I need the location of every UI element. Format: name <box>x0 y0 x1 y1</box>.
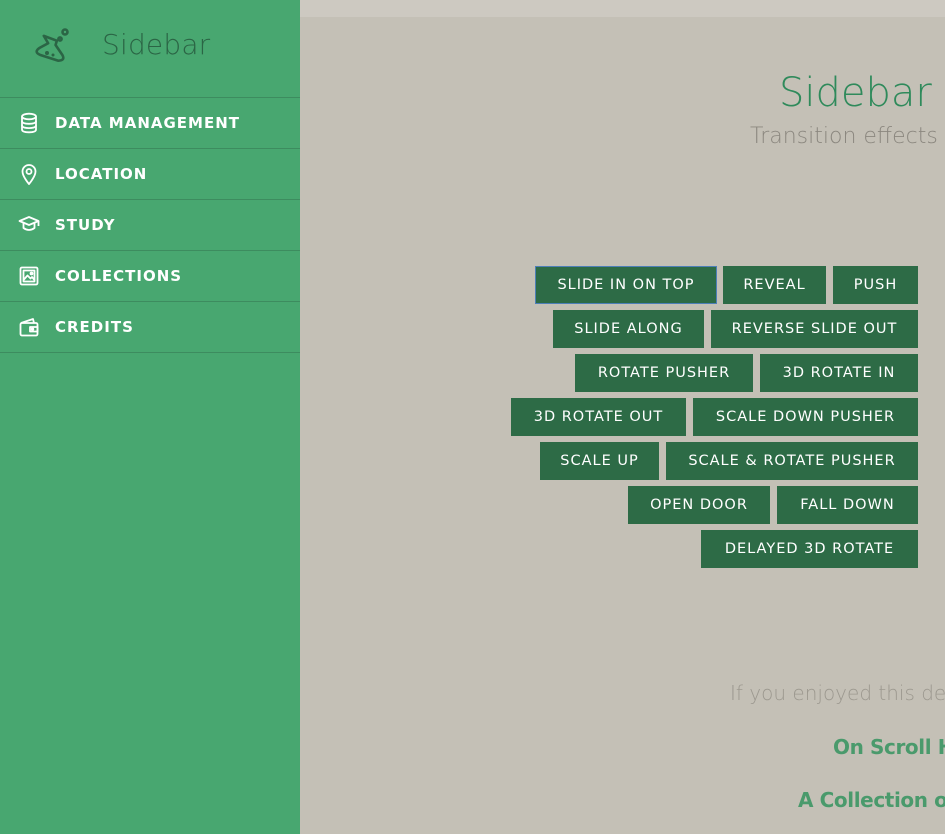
sidebar-item-credits[interactable]: CREDITS <box>0 302 300 353</box>
top-bar <box>300 0 945 17</box>
footer-text: If you enjoyed this de <box>730 681 945 705</box>
fall-down-button[interactable]: FALL DOWN <box>777 486 918 524</box>
database-icon <box>21 112 37 134</box>
3d-rotate-out-button[interactable]: 3D ROTATE OUT <box>511 398 686 436</box>
image-gallery-icon <box>19 266 39 286</box>
delayed-3d-rotate-button[interactable]: DELAYED 3D ROTATE <box>701 530 918 568</box>
sidebar-item-collections[interactable]: COLLECTIONS <box>0 251 300 302</box>
sidebar-title: Sidebar <box>102 28 211 61</box>
sidebar-item-study[interactable]: STUDY <box>0 200 300 251</box>
scale-rotate-pusher-button[interactable]: SCALE & ROTATE PUSHER <box>666 442 918 480</box>
scale-down-pusher-button[interactable]: SCALE DOWN PUSHER <box>693 398 918 436</box>
on-scroll-link[interactable]: On Scroll He <box>833 735 945 759</box>
sidebar-item-label: COLLECTIONS <box>55 267 183 285</box>
reverse-slide-out-button[interactable]: REVERSE SLIDE OUT <box>711 310 918 348</box>
rotate-pusher-button[interactable]: ROTATE PUSHER <box>575 354 753 392</box>
sidebar-item-label: DATA MANAGEMENT <box>55 114 241 132</box>
graduation-cap-icon <box>18 216 40 231</box>
push-button[interactable]: PUSH <box>833 266 918 304</box>
sidebar-item-label: STUDY <box>55 216 116 234</box>
sidebar-nav: DATA MANAGEMENT LOCATION STUDY COLLECTIO… <box>0 98 300 353</box>
slide-along-button[interactable]: SLIDE ALONG <box>553 310 704 348</box>
sidebar-item-location[interactable]: LOCATION <box>0 149 300 200</box>
3d-rotate-in-button[interactable]: 3D ROTATE IN <box>760 354 918 392</box>
sidebar-item-label: LOCATION <box>55 165 148 183</box>
map-pin-icon <box>21 164 37 185</box>
sidebar-header: Sidebar <box>0 0 300 98</box>
sidebar: Sidebar DATA MANAGEMENT LOCATION STUDY C… <box>0 0 300 834</box>
open-door-button[interactable]: OPEN DOOR <box>628 486 770 524</box>
sidebar-item-label: CREDITS <box>55 318 134 336</box>
reveal-button[interactable]: REVEAL <box>723 266 826 304</box>
slide-in-on-top-button[interactable]: SLIDE IN ON TOP <box>535 266 717 304</box>
wallet-icon <box>19 318 39 337</box>
scale-up-button[interactable]: SCALE UP <box>540 442 659 480</box>
sidebar-item-data-management[interactable]: DATA MANAGEMENT <box>0 98 300 149</box>
flask-icon <box>35 28 69 63</box>
collection-link[interactable]: A Collection of <box>798 788 945 812</box>
main-content: Sidebar T Transition effects f SLIDE IN … <box>300 0 945 834</box>
page-title: Sidebar T <box>779 70 945 116</box>
page-subtitle: Transition effects f <box>750 124 945 149</box>
